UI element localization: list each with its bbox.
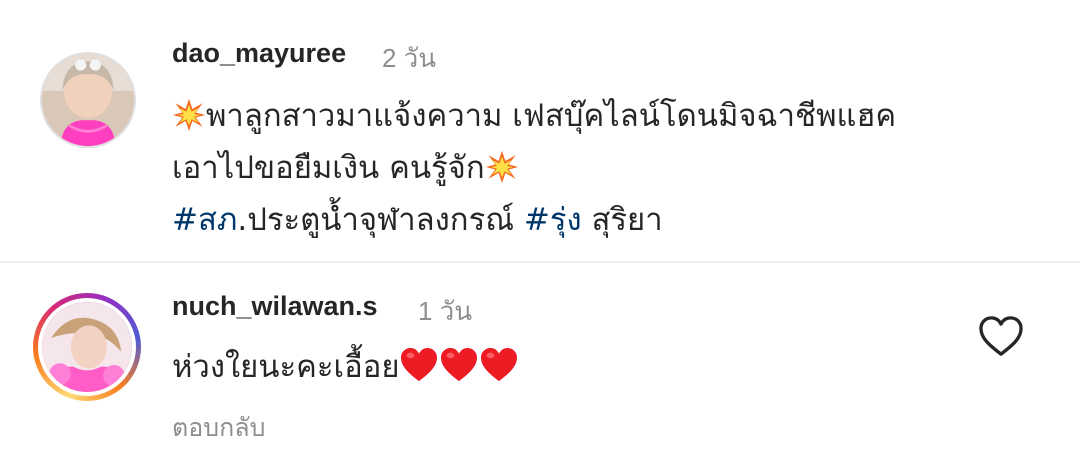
comment-text-line: พาลูกสาวมาแจ้งความ เฟสบุ๊คไลน์โดนมิจฉาชี…	[172, 96, 896, 136]
comment-item: nuch_wilawan.s 1 วัน ห่วงใยนะคะเอื้อย ตอ…	[0, 263, 1080, 458]
red-heart-icon	[400, 347, 438, 383]
comment-text: ห่วงใยนะคะเอื้อย	[172, 349, 400, 385]
comment-text: สุริยา	[581, 202, 663, 238]
collision-icon	[485, 150, 519, 184]
collision-icon	[172, 98, 206, 132]
heart-outline-icon	[979, 316, 1023, 356]
reply-button[interactable]: ตอบกลับ	[172, 408, 265, 448]
profile-photo	[38, 298, 136, 396]
like-button[interactable]	[978, 315, 1024, 357]
comment-item: dao_mayuree 2 วัน พาลูกสาวมาแจ้งความ เฟส…	[0, 0, 1080, 262]
comment-text-line: ห่วงใยนะคะเอื้อย	[172, 347, 520, 387]
comment-username[interactable]: nuch_wilawan.s	[172, 291, 378, 322]
hashtag-link[interactable]: #รุ่ง	[524, 202, 582, 238]
comment-timestamp: 2 วัน	[382, 43, 437, 73]
hashtag-link[interactable]: #สภ	[172, 202, 237, 238]
comment-text: เอาไปขอยืมเงิน คนรู้จัก	[172, 150, 485, 186]
avatar-story-ring[interactable]	[33, 293, 141, 401]
comment-username[interactable]: dao_mayuree	[172, 38, 346, 69]
red-heart-icon	[440, 347, 478, 383]
avatar-image	[42, 302, 132, 392]
comment-text: พาลูกสาวมาแจ้งความ เฟสบุ๊คไลน์โดนมิจฉาชี…	[206, 98, 897, 134]
profile-photo	[42, 54, 134, 146]
red-heart-icon	[480, 347, 518, 383]
avatar[interactable]	[40, 52, 136, 148]
comment-timestamp: 1 วัน	[418, 296, 473, 326]
comment-text-line: #สภ.ประตูน้ำจุฬาลงกรณ์ #รุ่ง สุริยา	[172, 200, 663, 240]
comment-text: .ประตูน้ำจุฬาลงกรณ์	[237, 202, 524, 238]
comment-text-line: เอาไปขอยืมเงิน คนรู้จัก	[172, 148, 519, 188]
avatar-image	[42, 54, 134, 146]
